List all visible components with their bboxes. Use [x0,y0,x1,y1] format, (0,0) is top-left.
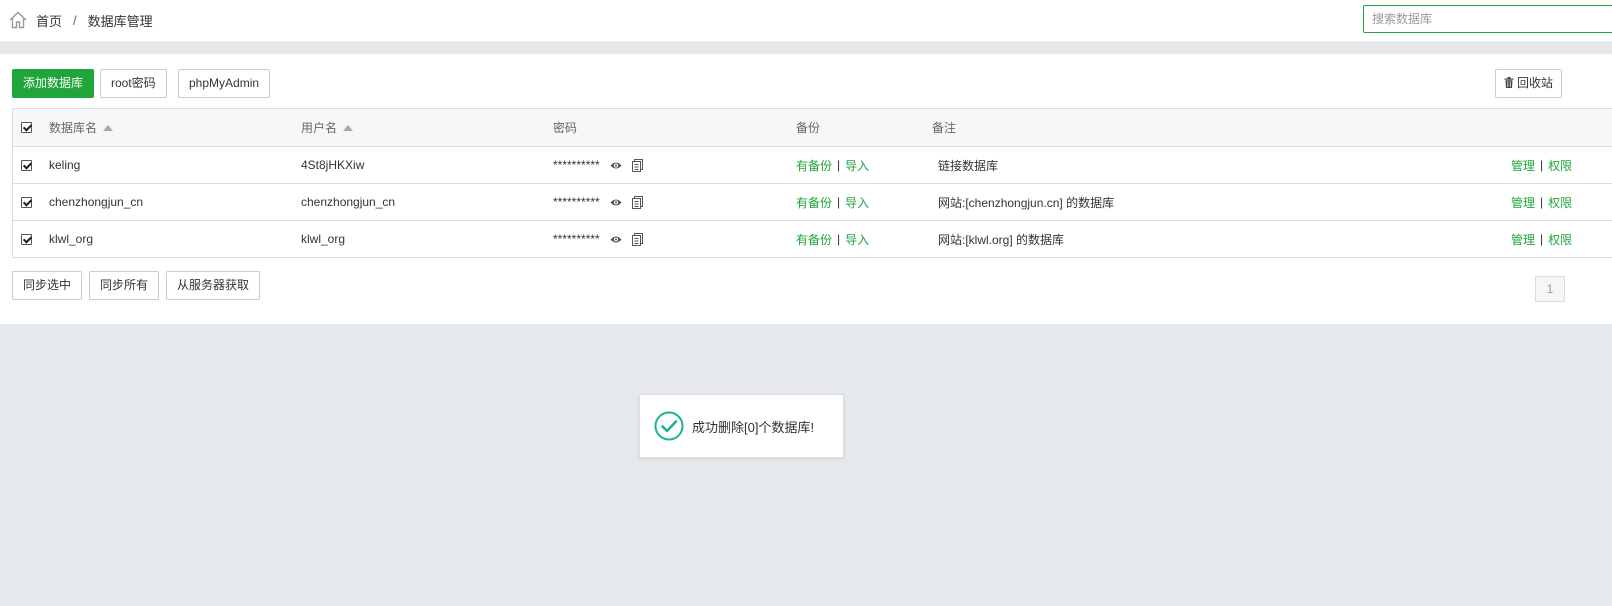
header-name[interactable]: 数据库名 [49,109,114,146]
add-database-button[interactable]: 添加数据库 [12,69,95,98]
db-password: ********** [553,232,600,246]
sync-selected-button[interactable]: 同步选中 [12,271,83,300]
top-bar: 首页 / 数据库管理 [0,0,1612,42]
header-password: 密码 [553,121,578,135]
manage-link[interactable]: 管理 [1511,231,1535,248]
header-backup: 备份 [796,121,821,135]
breadcrumb-separator: / [73,12,77,28]
toast-text: 成功删除[0]个数据库! [692,419,815,435]
recycle-bin-button[interactable]: 回收站 [1495,69,1563,98]
import-link[interactable]: 导入 [845,231,869,248]
db-name: chenzhongjun_cn [49,195,144,209]
row-checkbox[interactable] [21,159,32,171]
manage-link[interactable]: 管理 [1511,194,1535,211]
backup-link[interactable]: 有备份 [796,231,832,248]
trash-icon [1504,77,1514,88]
permission-link[interactable]: 权限 [1548,157,1572,174]
header-user[interactable]: 用户名 [301,109,354,146]
table-row: klwl_org klwl_org ********** 有备份 | 导入 网站:[… [13,221,1612,257]
table-header: 数据库名 用户名 密码 备份 备注 [13,109,1612,147]
sort-asc-icon[interactable] [103,124,114,131]
pagination-current-page[interactable]: 1 [1535,276,1565,302]
row-checkbox[interactable] [21,233,32,245]
eye-icon[interactable] [610,235,622,244]
db-user: klwl_org [301,232,346,246]
sync-all-button[interactable]: 同步所有 [89,271,160,300]
db-note[interactable]: 网站:[chenzhongjun.cn] 的数据库 [938,184,1114,220]
copy-icon[interactable] [631,158,643,172]
success-check-icon [654,411,684,441]
recycle-bin-label: 回收站 [1517,76,1554,90]
db-name: klwl_org [49,232,94,246]
permission-link[interactable]: 权限 [1548,231,1572,248]
backup-link[interactable]: 有备份 [796,194,832,211]
phpmyadmin-button[interactable]: phpMyAdmin [178,69,271,98]
root-password-button[interactable]: root密码 [100,69,167,98]
backup-link[interactable]: 有备份 [796,157,832,174]
breadcrumb-home[interactable]: 首页 [36,11,62,30]
fetch-from-server-button[interactable]: 从服务器获取 [166,271,261,300]
db-user: 4St8jHKXiw [301,158,365,172]
db-password: ********** [553,158,600,172]
select-all-checkbox[interactable] [21,122,32,133]
copy-icon[interactable] [631,232,643,246]
import-link[interactable]: 导入 [845,157,869,174]
search-input[interactable] [1363,5,1612,33]
db-note[interactable]: 链接数据库 [938,147,998,183]
db-user: chenzhongjun_cn [301,195,396,209]
eye-icon[interactable] [610,198,622,207]
table-row: chenzhongjun_cn chenzhongjun_cn ********… [13,184,1612,221]
db-password: ********** [553,195,600,209]
toast-message: 成功删除[0]个数据库! [639,394,844,458]
sort-asc-icon[interactable] [343,124,354,131]
manage-link[interactable]: 管理 [1511,157,1535,174]
breadcrumb: 首页 / 数据库管理 [8,10,153,30]
db-note[interactable]: 网站:[klwl.org] 的数据库 [938,221,1064,257]
home-icon[interactable] [8,10,28,30]
import-link[interactable]: 导入 [845,194,869,211]
database-table: 数据库名 用户名 密码 备份 备注 keling 4St8jHKXiw ****… [12,108,1612,258]
header-note: 备注 [932,121,957,135]
row-checkbox[interactable] [21,196,32,208]
copy-icon[interactable] [631,195,643,209]
eye-icon[interactable] [610,161,622,170]
breadcrumb-current: 数据库管理 [87,13,153,29]
db-name: keling [49,158,81,172]
database-panel: 添加数据库 root密码 phpMyAdmin 回收站 数据库名 用户名 密码 … [0,54,1612,324]
permission-link[interactable]: 权限 [1548,194,1572,211]
table-row: keling 4St8jHKXiw ********** 有备份 | 导入 链接数据… [13,147,1612,184]
